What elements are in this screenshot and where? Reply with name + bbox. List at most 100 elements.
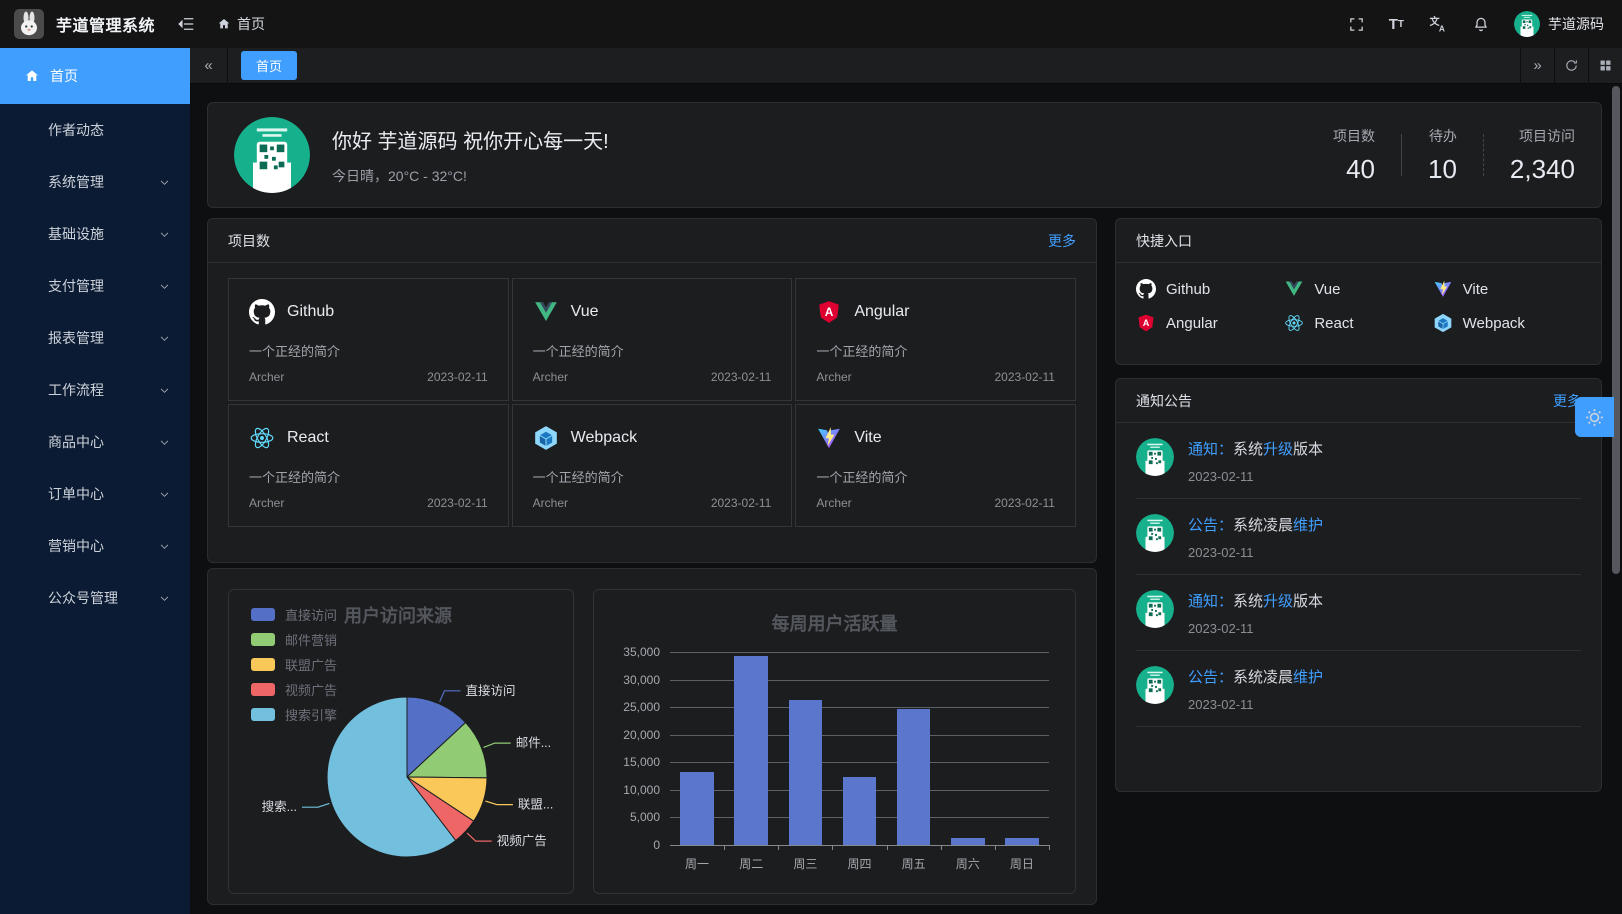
shortcut-vite[interactable]: Vite [1433,279,1581,299]
project-author: Archer [533,370,568,384]
sidebar-item-5[interactable]: 报表管理 [0,312,190,364]
shortcut-label: Webpack [1463,315,1525,332]
project-card-react[interactable]: React 一个正经的简介 Archer 2023-02-11 [228,404,509,527]
project-card-angular[interactable]: A Angular 一个正经的简介 Archer 2023-02-11 [795,278,1076,401]
sidebar-item-3[interactable]: 基础设施 [0,208,190,260]
shortcuts-grid: Github Vue Vite A Angular React Webpack [1116,263,1601,349]
chevron-down-icon [159,385,170,396]
angular-icon: A [816,299,842,325]
project-name: Github [287,303,334,321]
stat-divider [1483,134,1484,176]
sidebar-item-label: 系统管理 [48,172,104,192]
project-date: 2023-02-11 [994,370,1055,384]
x-tick-label: 周三 [793,855,817,872]
project-desc: 一个正经的简介 [249,341,488,360]
notice-date: 2023-02-11 [1188,469,1323,484]
notice-item[interactable]: 公告：系统凌晨维护 2023-02-11 [1136,651,1581,727]
shortcut-github[interactable]: Github [1136,279,1284,299]
sidebar-item-2[interactable]: 系统管理 [0,156,190,208]
project-card-vite[interactable]: Vite 一个正经的简介 Archer 2023-02-11 [795,404,1076,527]
project-desc: 一个正经的简介 [816,467,1055,486]
font-size-icon[interactable]: TT [1389,16,1404,33]
stat-label: 项目数 [1333,126,1375,146]
x-axis-tick [724,845,725,850]
tab-menu-grid-icon[interactable] [1588,48,1622,84]
svg-text:直接访问: 直接访问 [466,683,516,698]
sidebar-item-9[interactable]: 营销中心 [0,520,190,572]
project-name: Angular [854,303,909,321]
user-menu[interactable]: 芋道源码 [1514,11,1604,37]
bar-chart-title: 每周用户活跃量 [594,610,1075,636]
refresh-icon[interactable] [1554,48,1588,84]
shortcut-react[interactable]: React [1284,313,1432,333]
vite-icon [1433,279,1453,299]
stat-block: 项目访问 2,340 [1510,126,1575,185]
sidebar-item-1[interactable]: 作者动态 [0,104,190,156]
notice-avatar [1136,438,1174,476]
sidebar-item-10[interactable]: 公众号管理 [0,572,190,624]
language-icon[interactable]: 文A [1428,14,1448,34]
notification-bell-icon[interactable] [1472,15,1490,33]
x-axis-line [670,845,1049,846]
notice-avatar [1136,590,1174,628]
svg-text:A: A [1439,24,1445,34]
stat-value: 40 [1333,154,1375,185]
project-date: 2023-02-11 [711,496,772,510]
y-tick-label: 25,000 [623,700,670,714]
x-tick-label: 周二 [739,855,763,872]
sidebar-item-label: 订单中心 [48,484,104,504]
tab-home[interactable]: 首页 [241,51,297,80]
x-tick-label: 周五 [902,855,926,872]
sidebar-item-4[interactable]: 支付管理 [0,260,190,312]
project-desc: 一个正经的简介 [533,467,772,486]
webpack-icon [1433,313,1453,333]
stat-value: 10 [1428,154,1457,185]
stat-label: 项目访问 [1510,126,1575,146]
project-name: Vite [854,429,881,447]
notice-title: 通知：系统升级版本 [1188,438,1323,459]
project-card-webpack[interactable]: Webpack 一个正经的简介 Archer 2023-02-11 [512,404,793,527]
shortcut-webpack[interactable]: Webpack [1433,313,1581,333]
pie-chart[interactable]: 直接访问邮件...联盟...视频广告搜索... [229,590,575,895]
shortcut-angular[interactable]: A Angular [1136,313,1284,333]
shortcut-vue[interactable]: Vue [1284,279,1432,299]
tab-bar: « 首页 » [190,48,1622,84]
bar-周六 [951,838,985,845]
react-icon [249,425,275,451]
y-tick-label: 35,000 [623,645,670,659]
notice-list: 通知：系统升级版本 2023-02-11 公告：系统凌晨维护 2023-02-1… [1116,423,1601,727]
shortcuts-panel: 快捷入口 Github Vue ViteA Angular React Webp… [1115,218,1602,365]
tabs-scroll-right-icon[interactable]: » [1520,48,1554,84]
project-desc: 一个正经的简介 [533,341,772,360]
project-card-vue[interactable]: Vue 一个正经的简介 Archer 2023-02-11 [512,278,793,401]
home-icon [217,17,231,31]
notice-item[interactable]: 通知：系统升级版本 2023-02-11 [1136,423,1581,499]
notice-avatar [1136,666,1174,704]
fullscreen-icon[interactable] [1348,16,1365,33]
sidebar-item-7[interactable]: 商品中心 [0,416,190,468]
y-tick-label: 30,000 [623,673,670,687]
vite-icon [816,425,842,451]
project-card-github[interactable]: Github 一个正经的简介 Archer 2023-02-11 [228,278,509,401]
sidebar-item-home[interactable]: 首页 [0,48,190,104]
gridline [670,762,1049,763]
chevron-down-icon [159,177,170,188]
notice-item[interactable]: 通知：系统升级版本 2023-02-11 [1136,575,1581,651]
page-scrollbar-thumb[interactable] [1612,86,1620,574]
bar-chart[interactable]: 05,00010,00015,00020,00025,00030,00035,0… [670,652,1049,845]
tabs-scroll-left-icon[interactable]: « [190,48,228,84]
shortcut-label: Vue [1314,281,1340,298]
sidebar-fold-icon[interactable] [177,15,195,33]
sidebar-item-8[interactable]: 订单中心 [0,468,190,520]
user-name: 芋道源码 [1548,14,1604,34]
app-logo [14,9,44,39]
sidebar-item-6[interactable]: 工作流程 [0,364,190,416]
settings-gear-button[interactable] [1575,397,1614,437]
notice-item[interactable]: 公告：系统凌晨维护 2023-02-11 [1136,499,1581,575]
notice-title: 公告：系统凌晨维护 [1188,514,1323,535]
gridline [670,735,1049,736]
x-tick-label: 周四 [847,855,871,872]
sidebar-item-label: 作者动态 [48,120,104,140]
projects-more-link[interactable]: 更多 [1048,231,1076,251]
breadcrumb[interactable]: 首页 [217,14,265,34]
